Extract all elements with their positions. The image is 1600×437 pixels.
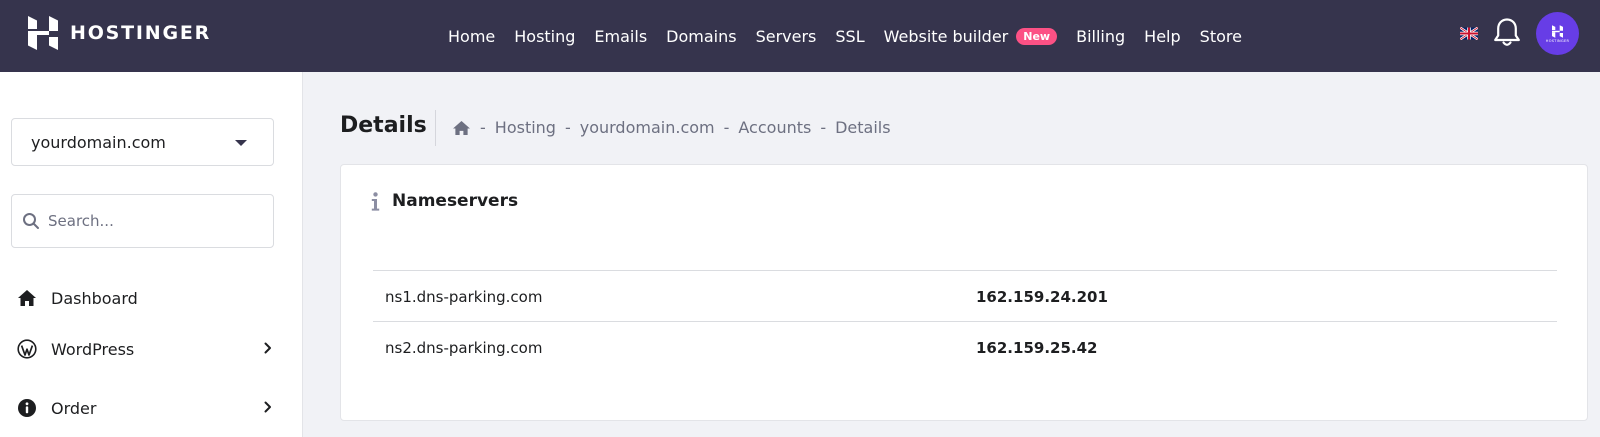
- sidebar-search: [11, 194, 274, 248]
- sidebar-item-wordpress[interactable]: WordPress: [0, 329, 303, 369]
- caret-down-icon: [235, 140, 247, 146]
- domain-select[interactable]: yourdomain.com: [11, 118, 274, 166]
- nameserver-ip: 162.159.24.201: [976, 288, 1108, 306]
- hostinger-logo-icon: [28, 16, 58, 50]
- title-divider: [435, 110, 436, 146]
- nameserver-ip: 162.159.25.42: [976, 339, 1098, 357]
- nav-item-help[interactable]: Help: [1144, 27, 1180, 46]
- info-icon: [371, 191, 380, 211]
- nav-item-ssl[interactable]: SSL: [835, 27, 864, 46]
- nav-item-label: Billing: [1076, 26, 1126, 46]
- sidebar-item-label: Order: [51, 398, 97, 418]
- nav-item-label: Website builder: [883, 26, 1009, 46]
- breadcrumb-accounts[interactable]: Accounts: [738, 118, 811, 137]
- domain-select-value: yourdomain.com: [31, 132, 166, 152]
- table-row: ns2.dns-parking.com 162.159.25.42: [373, 321, 1557, 372]
- breadcrumb-hosting[interactable]: Hosting: [495, 118, 556, 137]
- nameserver-host: ns2.dns-parking.com: [385, 339, 543, 357]
- main-nav: Home Hosting Emails Domains Servers SSL …: [448, 0, 1242, 72]
- table-row: ns1.dns-parking.com 162.159.24.201: [373, 270, 1557, 321]
- avatar-label: HOSTINGER: [1545, 38, 1570, 43]
- breadcrumb-domain[interactable]: yourdomain.com: [580, 118, 715, 137]
- sidebar-item-label: Dashboard: [51, 288, 138, 308]
- nav-item-store[interactable]: Store: [1200, 27, 1242, 46]
- nav-item-home[interactable]: Home: [448, 27, 495, 46]
- info-icon: [18, 399, 36, 417]
- home-icon[interactable]: [452, 120, 471, 136]
- hostinger-avatar-logo-icon: [1552, 24, 1563, 38]
- nav-item-label: Store: [1199, 26, 1242, 46]
- nav-item-label: Domains: [666, 26, 737, 46]
- uk-flag-icon[interactable]: [1460, 27, 1478, 40]
- nameservers-card: Nameservers ns1.dns-parking.com 162.159.…: [340, 164, 1588, 421]
- card-title: Nameservers: [392, 191, 519, 211]
- nav-item-label: Help: [1144, 26, 1181, 46]
- page-title: Details: [340, 113, 427, 138]
- sidebar: yourdomain.com Dashboard WordPress Or: [0, 72, 303, 437]
- nav-item-website-builder[interactable]: Website builder New: [883, 26, 1058, 46]
- breadcrumb: - Hosting - yourdomain.com - Accounts - …: [452, 118, 891, 137]
- breadcrumb-separator: -: [820, 118, 827, 137]
- sidebar-item-order[interactable]: Order: [0, 388, 303, 428]
- nav-item-emails[interactable]: Emails: [594, 27, 647, 46]
- chevron-right-icon: [264, 401, 271, 413]
- search-input[interactable]: [48, 212, 268, 230]
- hostinger-logo[interactable]: HOSTINGER: [28, 16, 211, 50]
- breadcrumb-separator: -: [480, 118, 486, 137]
- home-icon: [18, 290, 36, 306]
- chevron-right-icon: [264, 342, 271, 354]
- nav-item-label: Home: [448, 26, 496, 46]
- nameservers-table: ns1.dns-parking.com 162.159.24.201 ns2.d…: [373, 270, 1557, 372]
- nameserver-host: ns1.dns-parking.com: [385, 288, 543, 306]
- nameservers-card-header: Nameservers: [371, 191, 518, 211]
- breadcrumb-separator: -: [564, 118, 571, 137]
- sidebar-item-dashboard[interactable]: Dashboard: [0, 278, 303, 318]
- top-navigation-bar: HOSTINGER Home Hosting Emails Domains Se…: [0, 0, 1600, 72]
- nav-item-domains[interactable]: Domains: [666, 27, 736, 46]
- nav-item-servers[interactable]: Servers: [756, 27, 817, 46]
- breadcrumb-details: Details: [835, 118, 891, 137]
- nav-item-billing[interactable]: Billing: [1076, 27, 1125, 46]
- nav-item-hosting[interactable]: Hosting: [514, 27, 575, 46]
- search-icon: [23, 213, 39, 229]
- nav-item-label: Servers: [755, 26, 817, 46]
- sidebar-item-label: WordPress: [51, 339, 135, 359]
- wordpress-icon: [17, 339, 37, 359]
- bell-icon[interactable]: [1493, 17, 1521, 48]
- nav-item-label: SSL: [835, 26, 865, 46]
- nav-item-label: Hosting: [514, 26, 576, 46]
- new-badge: New: [1016, 27, 1058, 45]
- brand-name: HOSTINGER: [70, 22, 212, 44]
- breadcrumb-separator: -: [723, 118, 730, 137]
- avatar[interactable]: HOSTINGER: [1536, 12, 1579, 55]
- nav-item-label: Emails: [594, 26, 648, 46]
